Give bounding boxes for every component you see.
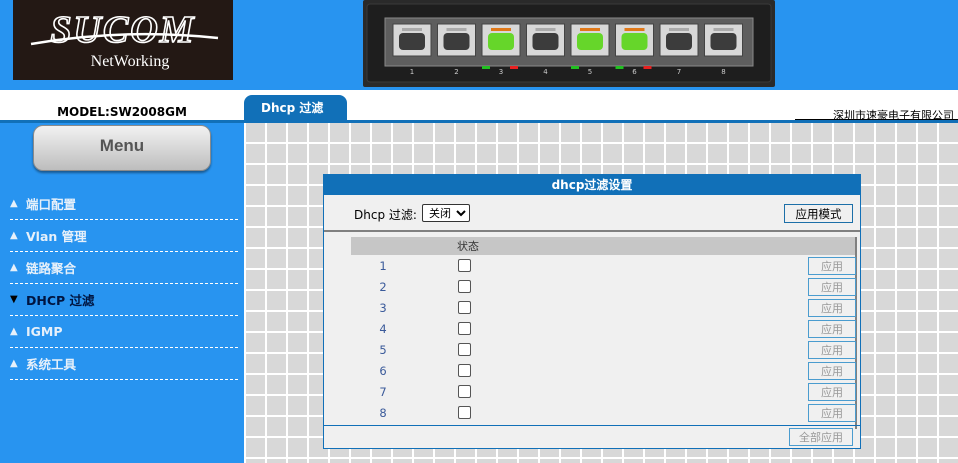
sidebar-item-label: Vlan 管理: [26, 229, 87, 244]
sidebar-item-vlan[interactable]: ▲ Vlan 管理: [10, 220, 238, 252]
table-row: 7 应用: [351, 382, 857, 403]
port-number: 5: [379, 343, 387, 357]
sidebar-item-label: DHCP 过滤: [26, 293, 95, 308]
apply-button[interactable]: 应用: [808, 362, 856, 380]
port-number: 8: [379, 406, 387, 420]
apply-all-button[interactable]: 全部应用: [789, 428, 853, 446]
status-checkbox[interactable]: [458, 343, 471, 356]
sidebar: Menu ▲ 端口配置 ▲ Vlan 管理 ▲ 链路聚合 ▼ DHCP 过滤 ▲…: [0, 123, 244, 463]
table-row: 8 应用: [351, 403, 857, 424]
sidebar-item-label: 链路聚合: [26, 261, 77, 276]
apply-button[interactable]: 应用: [808, 320, 856, 338]
panel-footer-separator: [324, 425, 860, 426]
sidebar-item-label: 端口配置: [26, 197, 77, 212]
sidebar-item-label: IGMP: [26, 324, 63, 339]
status-column-header: 状态: [457, 240, 479, 253]
switch-front-panel: 1 2 3 4 5 6 7 8: [363, 0, 775, 87]
panel-title: dhcp过滤设置: [324, 175, 860, 195]
port-label: 7: [677, 68, 681, 76]
apply-button[interactable]: 应用: [808, 257, 856, 275]
port-label: 2: [454, 68, 458, 76]
port-number: 1: [379, 259, 387, 273]
apply-mode-button[interactable]: 应用模式: [784, 204, 853, 223]
switch-port-6: 6: [615, 23, 654, 76]
sidebar-item-label: 系统工具: [26, 357, 77, 372]
port-label: 8: [721, 68, 725, 76]
triangle-down-icon: ▼: [10, 294, 18, 305]
link-led: [482, 66, 490, 69]
dhcp-filter-panel: dhcp过滤设置 Dhcp 过滤: 关闭 应用模式 状态 1 应用 2 应用 3…: [323, 174, 861, 449]
table-row: 6 应用: [351, 361, 857, 382]
port-number: 6: [379, 364, 387, 378]
status-checkbox[interactable]: [458, 259, 471, 272]
switch-port-3: 3: [481, 23, 521, 76]
table-row: 4 应用: [351, 319, 857, 340]
menu-button[interactable]: Menu: [33, 125, 211, 171]
port-label: 5: [588, 68, 592, 76]
link-led: [571, 66, 579, 69]
port-number: 7: [379, 385, 387, 399]
dhcp-filter-select[interactable]: 关闭: [422, 204, 470, 222]
logo-wordmark: SUCOM: [50, 9, 195, 51]
port-label: 3: [499, 68, 503, 76]
port-number: 2: [379, 280, 387, 294]
status-checkbox[interactable]: [458, 406, 471, 419]
sidebar-menu: ▲ 端口配置 ▲ Vlan 管理 ▲ 链路聚合 ▼ DHCP 过滤 ▲ IGMP…: [10, 188, 238, 380]
status-checkbox[interactable]: [458, 280, 471, 293]
table-row: 5 应用: [351, 340, 857, 361]
apply-button[interactable]: 应用: [808, 299, 856, 317]
triangle-up-icon: ▲: [10, 230, 18, 241]
apply-button[interactable]: 应用: [808, 383, 856, 401]
status-checkbox[interactable]: [458, 364, 471, 377]
port-number: 4: [379, 322, 387, 336]
triangle-up-icon: ▲: [10, 198, 18, 209]
triangle-up-icon: ▲: [10, 358, 18, 369]
sucom-logo: SUCOM NetWorking: [13, 0, 233, 80]
table-row: 3 应用: [351, 298, 857, 319]
triangle-up-icon: ▲: [10, 326, 18, 337]
activity-led: [643, 66, 652, 69]
status-checkbox[interactable]: [458, 322, 471, 335]
table-row: 1 应用: [351, 256, 857, 277]
status-checkbox[interactable]: [458, 385, 471, 398]
menu-button-label: Menu: [99, 136, 145, 155]
model-label: MODEL:SW2008GM: [57, 105, 187, 119]
sidebar-item-system-tools[interactable]: ▲ 系统工具: [10, 348, 238, 380]
port-number: 3: [379, 301, 387, 315]
triangle-up-icon: ▲: [10, 262, 18, 273]
port-label: 6: [632, 68, 637, 76]
port-label: 4: [543, 68, 548, 76]
apply-button[interactable]: 应用: [808, 278, 856, 296]
apply-button[interactable]: 应用: [808, 341, 856, 359]
panel-separator: [324, 230, 860, 232]
logo-subtitle: NetWorking: [91, 53, 170, 70]
table-row: 2 应用: [351, 277, 857, 298]
dhcp-filter-label: Dhcp 过滤:: [354, 208, 417, 222]
sidebar-item-port-config[interactable]: ▲ 端口配置: [10, 188, 238, 220]
sidebar-item-link-aggregation[interactable]: ▲ 链路聚合: [10, 252, 238, 284]
port-label: 1: [410, 68, 414, 76]
switch-ports-graphic: 1 2 3 4 5 6 7 8: [366, 3, 772, 83]
link-led: [615, 66, 624, 69]
activity-led: [510, 66, 518, 69]
status-checkbox[interactable]: [458, 301, 471, 314]
tab-dhcp-filter[interactable]: Dhcp 过滤: [244, 95, 347, 121]
apply-button[interactable]: 应用: [808, 404, 856, 422]
sidebar-item-dhcp-filter[interactable]: ▼ DHCP 过滤: [10, 284, 238, 316]
sidebar-item-igmp[interactable]: ▲ IGMP: [10, 316, 238, 348]
table-header: 状态: [351, 237, 857, 255]
